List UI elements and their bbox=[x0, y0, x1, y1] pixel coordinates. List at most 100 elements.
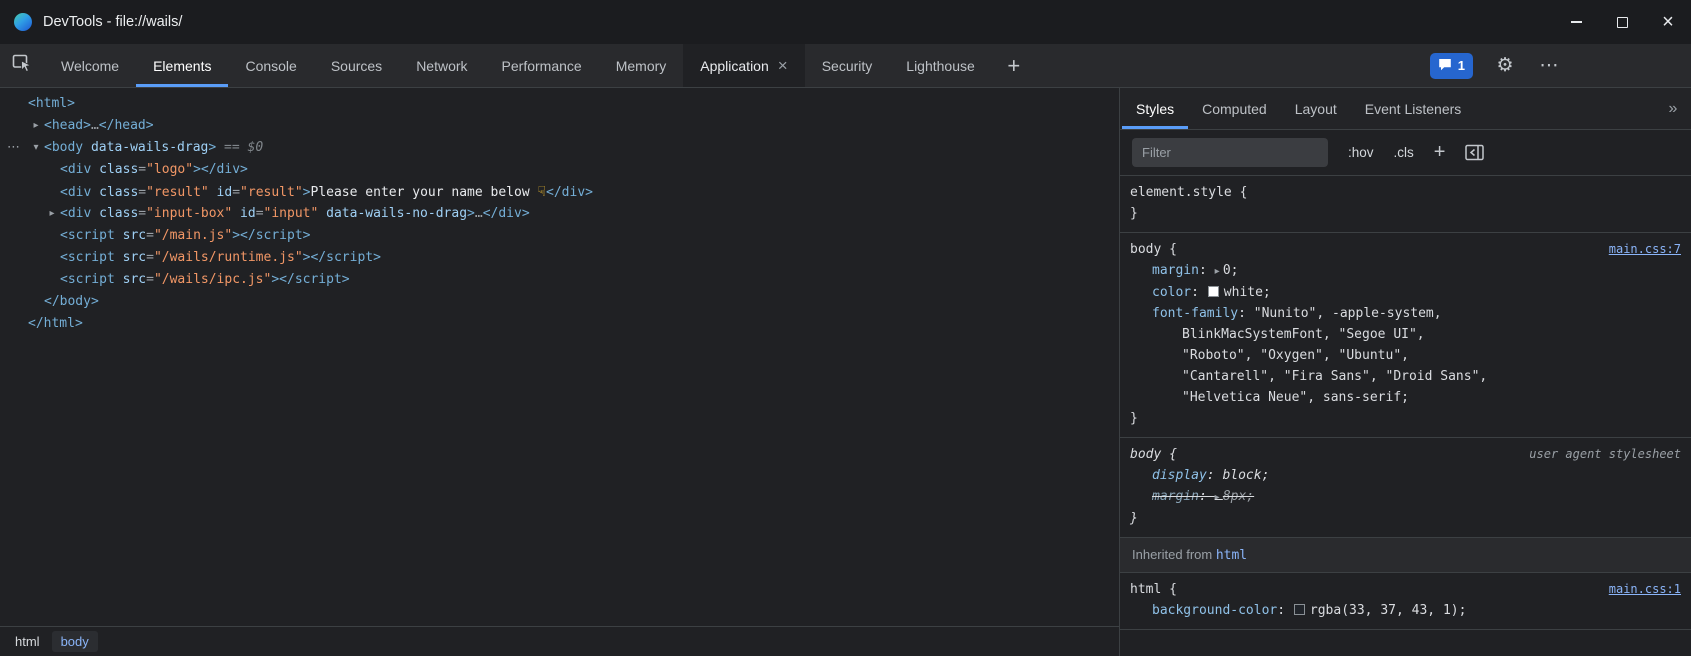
tab-lighthouse[interactable]: Lighthouse bbox=[889, 44, 992, 87]
sidebar-tab-layout[interactable]: Layout bbox=[1281, 88, 1351, 129]
more-actions-icon[interactable]: ⋯ bbox=[7, 137, 20, 159]
css-declaration[interactable]: margin: ▸ 0; bbox=[1130, 260, 1681, 282]
css-declaration[interactable]: font-family: "Nunito", -apple-system,Bli… bbox=[1130, 303, 1681, 408]
sidebar-tab-computed[interactable]: Computed bbox=[1188, 88, 1281, 129]
close-brace: } bbox=[1130, 408, 1681, 429]
inspect-tool-button[interactable] bbox=[0, 44, 44, 87]
dom-row[interactable]: </body> bbox=[0, 291, 1119, 313]
code-token: </body> bbox=[44, 294, 99, 309]
open-brace: { bbox=[1161, 239, 1177, 260]
tab-console[interactable]: Console bbox=[228, 44, 313, 87]
dom-row[interactable]: ▸<div class="input-box" id="input" data-… bbox=[0, 203, 1119, 225]
code-token: data-wails-no-drag bbox=[318, 206, 467, 221]
sidebar-tab-event-listeners[interactable]: Event Listeners bbox=[1351, 88, 1476, 129]
close-tab-icon[interactable]: × bbox=[778, 57, 788, 74]
tab-label: Lighthouse bbox=[906, 58, 975, 74]
sidebar-tab-label: Computed bbox=[1202, 101, 1267, 117]
code-token: <div bbox=[60, 185, 91, 200]
dom-row[interactable]: <div class="result" id="result">Please e… bbox=[0, 181, 1119, 203]
css-property-name: font-family bbox=[1152, 306, 1238, 321]
dom-row[interactable]: <script src="/main.js"></script> bbox=[0, 225, 1119, 247]
stylesheet-origin[interactable]: main.css:7 bbox=[1599, 239, 1681, 260]
css-declaration[interactable]: margin: ▸ 8px; bbox=[1130, 486, 1681, 508]
point-down-emoji: ☟ bbox=[537, 184, 546, 200]
rule-selector[interactable]: html bbox=[1130, 579, 1161, 600]
code-token: == $0 bbox=[216, 140, 263, 155]
computed-panel-toggle-icon[interactable] bbox=[1465, 144, 1484, 161]
code-token: src bbox=[115, 272, 146, 287]
css-property-name: display bbox=[1152, 468, 1207, 483]
maximize-button[interactable] bbox=[1599, 0, 1645, 44]
code-token: = bbox=[138, 185, 146, 200]
elements-panel: <html>▸<head>…</head>⋯▾<body data-wails-… bbox=[0, 88, 1120, 656]
new-style-rule-button[interactable]: + bbox=[1434, 141, 1446, 164]
code-token: = bbox=[138, 162, 146, 177]
rule-selector[interactable]: element.style bbox=[1130, 182, 1232, 203]
color-swatch[interactable] bbox=[1208, 286, 1219, 297]
code-token: "result" bbox=[240, 185, 303, 200]
code-token: "input" bbox=[264, 206, 319, 221]
tab-label: Application bbox=[700, 58, 769, 74]
tab-application[interactable]: Application × bbox=[683, 44, 804, 87]
color-swatch[interactable] bbox=[1294, 604, 1305, 615]
code-token: <script bbox=[60, 228, 115, 243]
colon: : bbox=[1191, 285, 1207, 300]
code-token: = bbox=[256, 206, 264, 221]
issues-badge[interactable]: 1 bbox=[1430, 53, 1473, 79]
dom-row[interactable]: </html> bbox=[0, 313, 1119, 335]
css-value: rgba(33, 37, 43, 1); bbox=[1310, 603, 1467, 618]
shorthand-expander-icon[interactable]: ▸ bbox=[1215, 266, 1223, 277]
stylesheet-origin[interactable]: main.css:1 bbox=[1599, 579, 1681, 600]
tab-welcome[interactable]: Welcome bbox=[44, 44, 136, 87]
dom-row[interactable]: <script src="/wails/runtime.js"></script… bbox=[0, 247, 1119, 269]
sidebar-tab-strip: Styles Computed LayoutEvent Listeners bbox=[1122, 88, 1475, 129]
styles-filter-input[interactable] bbox=[1132, 138, 1328, 167]
shorthand-expander-icon[interactable]: ▸ bbox=[1215, 492, 1223, 503]
tab-label: Sources bbox=[331, 58, 382, 74]
css-value: white; bbox=[1224, 285, 1271, 300]
tab-security[interactable]: Security bbox=[805, 44, 890, 87]
dom-row[interactable]: ⋯▾<body data-wails-drag> == $0 bbox=[0, 137, 1119, 159]
pseudo-state-button[interactable]: :hov bbox=[1348, 145, 1374, 160]
code-token: ></script> bbox=[271, 272, 349, 287]
twisty-down-icon[interactable]: ▾ bbox=[29, 137, 43, 159]
element-classes-button[interactable]: .cls bbox=[1394, 145, 1414, 160]
css-property-name: color bbox=[1152, 285, 1191, 300]
more-tabs-add-button[interactable]: + bbox=[992, 44, 1036, 87]
code-token: = bbox=[232, 185, 240, 200]
customize-menu-icon[interactable]: ⋯ bbox=[1527, 44, 1571, 87]
css-declaration[interactable]: display: block; bbox=[1130, 465, 1681, 486]
twisty-right-icon[interactable]: ▸ bbox=[45, 203, 59, 225]
tab-performance[interactable]: Performance bbox=[485, 44, 599, 87]
minimize-button[interactable] bbox=[1553, 0, 1599, 44]
rule-selector-row: body {user agent stylesheet bbox=[1130, 444, 1681, 465]
settings-gear-icon[interactable]: ⚙ bbox=[1483, 44, 1527, 87]
css-property-name: background-color bbox=[1152, 603, 1277, 618]
breadcrumb-item-html[interactable]: html bbox=[6, 631, 49, 652]
tab-sources[interactable]: Sources bbox=[314, 44, 399, 87]
close-button[interactable]: × bbox=[1645, 0, 1691, 44]
open-brace: { bbox=[1232, 182, 1248, 203]
dom-row[interactable]: ▸<head>…</head> bbox=[0, 115, 1119, 137]
tab-network[interactable]: Network bbox=[399, 44, 484, 87]
rule-selector[interactable]: body bbox=[1130, 239, 1161, 260]
breadcrumb-item-body[interactable]: body bbox=[52, 631, 98, 652]
node-link-html[interactable]: html bbox=[1216, 548, 1247, 563]
tab-memory[interactable]: Memory bbox=[599, 44, 684, 87]
dom-row[interactable]: <div class="logo"></div> bbox=[0, 159, 1119, 181]
rule-selector[interactable]: body bbox=[1130, 444, 1161, 465]
code-token: class bbox=[91, 185, 138, 200]
css-declaration[interactable]: color: white; bbox=[1130, 282, 1681, 303]
main-toolbar: Welcome Elements Console Sources NetworkPerf… bbox=[0, 44, 1691, 88]
tab-elements[interactable]: Elements bbox=[136, 44, 228, 87]
dom-row[interactable]: <script src="/wails/ipc.js"></script> bbox=[0, 269, 1119, 291]
code-token: <script bbox=[60, 250, 115, 265]
tab-label: Elements bbox=[153, 58, 211, 74]
styles-sections: element.style {}body {main.css:7margin: … bbox=[1120, 176, 1691, 656]
code-token: … bbox=[91, 118, 99, 133]
css-declaration[interactable]: background-color: rgba(33, 37, 43, 1); bbox=[1130, 600, 1681, 621]
dom-row[interactable]: <html> bbox=[0, 93, 1119, 115]
sidebar-tab-styles[interactable]: Styles bbox=[1122, 88, 1188, 129]
more-tabs-chevron-icon[interactable]: » bbox=[1655, 88, 1691, 129]
twisty-right-icon[interactable]: ▸ bbox=[29, 115, 43, 137]
